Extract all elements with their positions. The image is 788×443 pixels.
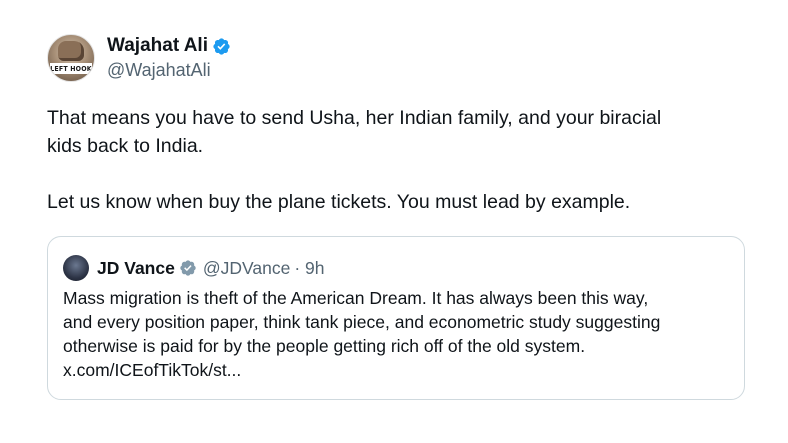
quoted-text-line: otherwise is paid for by the people gett…	[63, 336, 586, 356]
quoted-text-line: Mass migration is theft of the American …	[63, 288, 649, 308]
body-line: Let us know when buy the plane tickets. …	[47, 191, 631, 213]
quoted-author-avatar[interactable]	[63, 255, 89, 281]
tweet-author-row: LEFT HOOK Wajahat Ali @WajahatAli	[47, 33, 231, 83]
verified-badge-gray-icon	[180, 260, 196, 276]
avatar-logo-text: LEFT HOOK	[50, 63, 92, 74]
tweet-body-text: That means you have to send Usha, her In…	[47, 104, 747, 216]
author-names: Wajahat Ali @WajahatAli	[107, 35, 231, 81]
quoted-tweet-header: JD Vance @JDVance · 9h	[63, 255, 324, 281]
quoted-tweet-timestamp[interactable]: · 9h	[294, 258, 324, 279]
verified-badge-icon	[213, 37, 230, 55]
quoted-author-handle[interactable]: @JDVance	[203, 258, 290, 279]
quoted-author-display-name[interactable]: JD Vance	[97, 258, 175, 279]
body-line: kids back to India.	[47, 135, 204, 157]
quoted-text-line: and every position paper, think tank pie…	[63, 312, 661, 332]
fist-logo-graphic	[58, 41, 84, 61]
body-line: That means you have to send Usha, her In…	[47, 107, 662, 129]
author-display-name[interactable]: Wajahat Ali	[107, 35, 208, 57]
quoted-tweet-text: Mass migration is theft of the American …	[63, 286, 733, 382]
author-name-line: Wajahat Ali	[107, 35, 231, 57]
quoted-link[interactable]: x.com/ICEofTikTok/st...	[63, 358, 733, 382]
tweet: LEFT HOOK Wajahat Ali @WajahatAli That m…	[0, 0, 788, 443]
author-avatar[interactable]: LEFT HOOK	[47, 34, 95, 82]
author-handle[interactable]: @WajahatAli	[107, 60, 231, 81]
quoted-tweet-card[interactable]: JD Vance @JDVance · 9h Mass migration is…	[47, 236, 745, 400]
